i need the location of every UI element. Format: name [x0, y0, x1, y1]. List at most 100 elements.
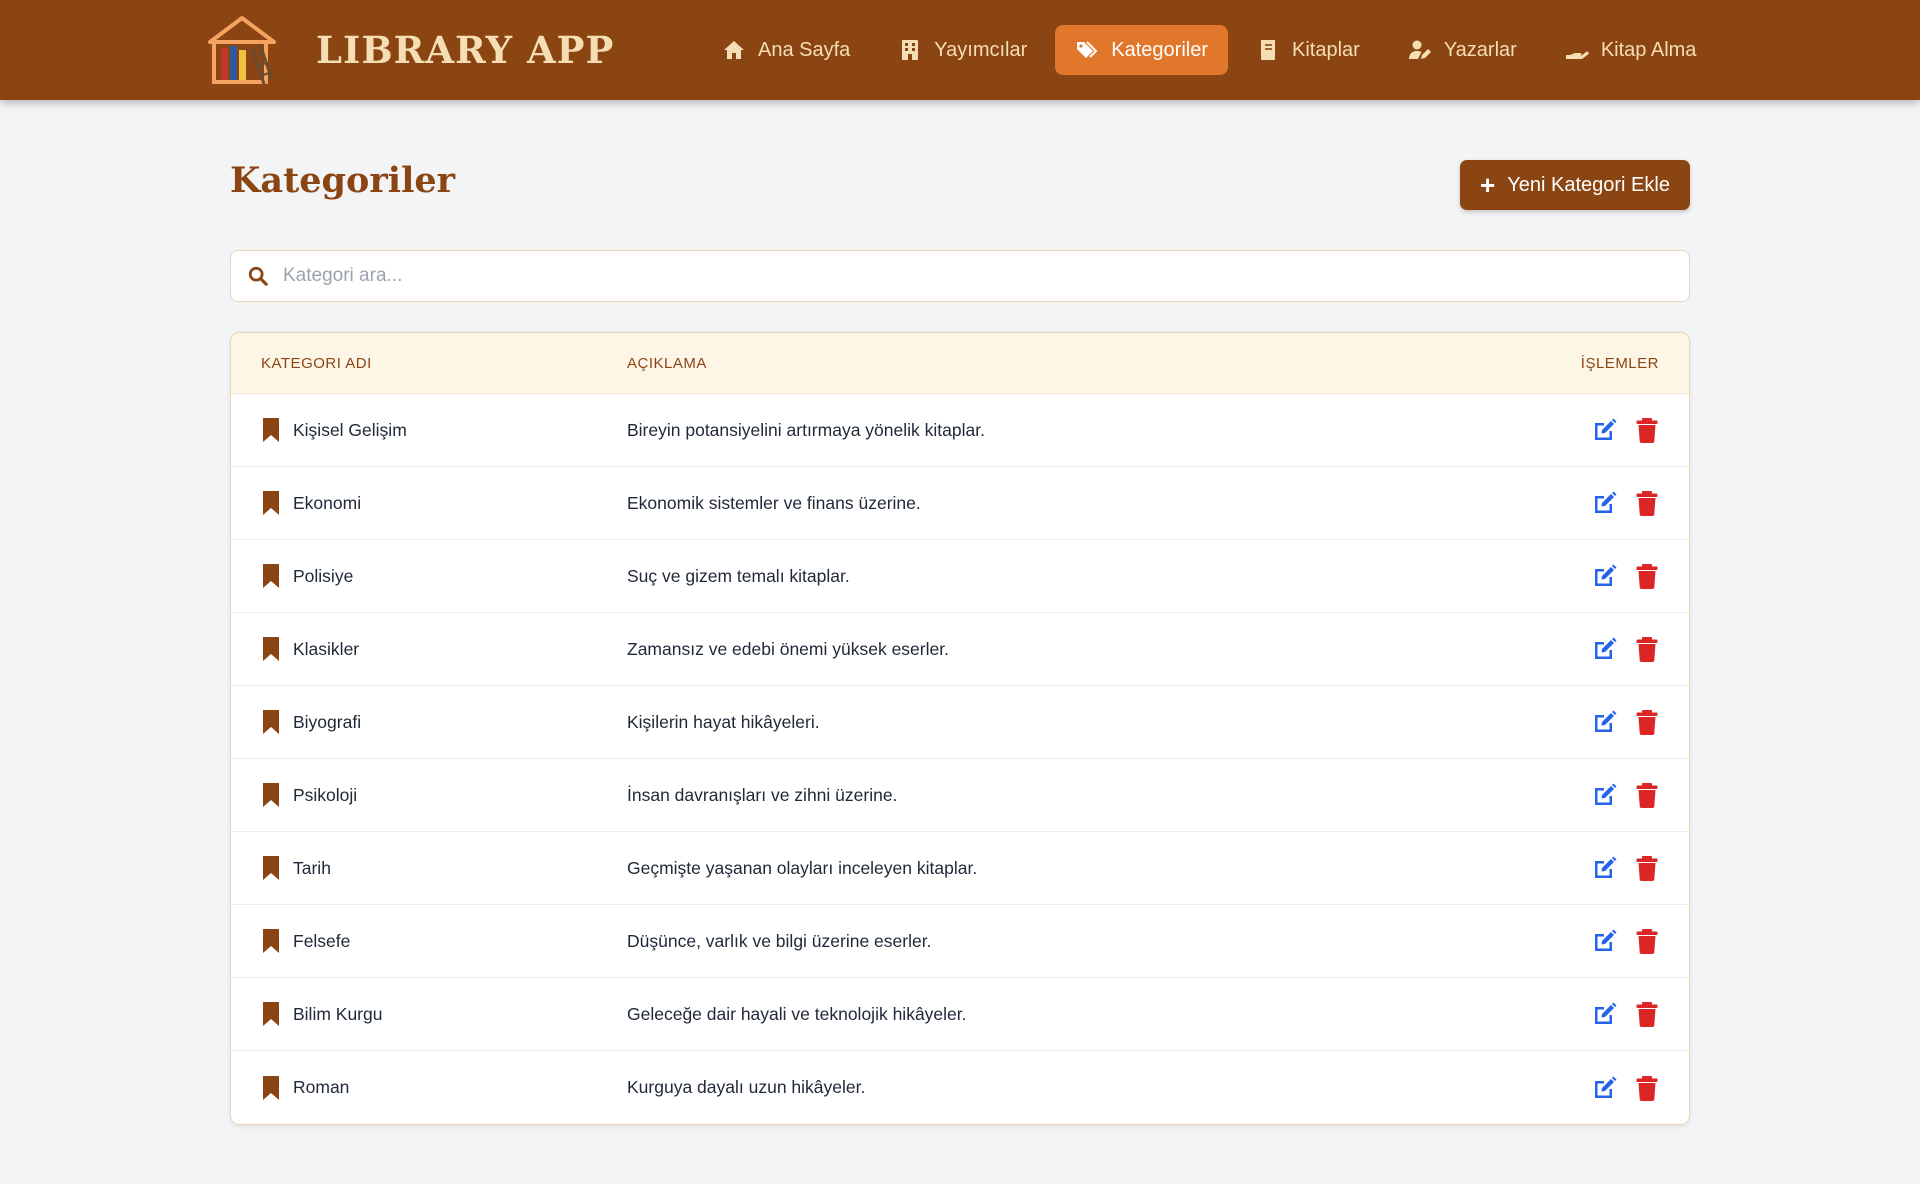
search-box[interactable]	[230, 250, 1690, 302]
brand[interactable]: LIBRARY APP	[206, 14, 614, 86]
edit-button[interactable]	[1591, 854, 1633, 882]
category-name: Biyografi	[293, 711, 362, 732]
add-category-button[interactable]: + Yeni Kategori Ekle	[1460, 160, 1690, 210]
home-icon	[724, 41, 744, 59]
edit-button[interactable]	[1591, 416, 1633, 444]
nav-item-kitap-alma[interactable]: Kitap Alma	[1545, 25, 1717, 75]
nav-label: Kitaplar	[1292, 38, 1360, 61]
category-name: Roman	[293, 1077, 350, 1097]
delete-button[interactable]	[1633, 927, 1661, 955]
nav-label: Ana Sayfa	[758, 38, 851, 61]
edit-icon[interactable]	[1591, 635, 1619, 663]
edit-button[interactable]	[1591, 1000, 1633, 1028]
category-description: Geçmişte yaşanan olayları inceleyen kita…	[627, 857, 978, 878]
category-name-cell: Tarih	[231, 855, 627, 881]
delete-button[interactable]	[1633, 781, 1661, 809]
category-name-cell: Bilim Kurgu	[231, 1001, 627, 1027]
table-row: Bilim Kurgu Geleceğe dair hayali ve tekno…	[231, 978, 1689, 1051]
table-header: KATEGORI ADI AÇIKLAMA İŞLEMLER	[231, 333, 1689, 394]
category-description: Düşünce, varlık ve bilgi üzerine eserler…	[627, 930, 932, 951]
trash-icon[interactable]	[1633, 708, 1661, 736]
categories-table: KATEGORI ADI AÇIKLAMA İŞLEMLER Kişisel G…	[230, 332, 1690, 1125]
app-title: LIBRARY APP	[316, 28, 615, 72]
bookmark-icon	[263, 418, 279, 442]
edit-icon[interactable]	[1591, 1074, 1619, 1102]
delete-button[interactable]	[1633, 1000, 1661, 1028]
trash-icon[interactable]	[1633, 489, 1661, 517]
edit-button[interactable]	[1591, 1074, 1633, 1102]
delete-button[interactable]	[1633, 1074, 1661, 1102]
page-title: Kategoriler	[230, 160, 456, 201]
trash-icon[interactable]	[1633, 416, 1661, 444]
delete-button[interactable]	[1633, 489, 1661, 517]
edit-button[interactable]	[1591, 708, 1633, 736]
nav-item-kitaplar[interactable]: Kitaplar	[1236, 25, 1380, 75]
edit-icon[interactable]	[1591, 854, 1619, 882]
nav-label: Yazarlar	[1443, 38, 1517, 61]
nav-label: Yayımcılar	[934, 38, 1028, 61]
trash-icon[interactable]	[1633, 1074, 1661, 1102]
edit-button[interactable]	[1591, 562, 1633, 590]
category-name-cell: Kişisel Gelişim	[231, 417, 627, 443]
nav-item-kategoriler[interactable]: Kategoriler	[1055, 25, 1228, 75]
bookmark-icon	[263, 1002, 279, 1026]
table-row: Tarih Geçmişte yaşanan olayları inceleyen…	[231, 832, 1689, 905]
bookmark-icon	[263, 637, 279, 661]
category-description: İnsan davranışları ve zihni üzerine.	[627, 784, 898, 805]
delete-button[interactable]	[1633, 562, 1661, 590]
category-name-cell: Felsefe	[231, 928, 627, 954]
edit-icon[interactable]	[1591, 489, 1619, 517]
category-name-cell: Psikoloji	[231, 782, 627, 808]
nav-label: Kitap Alma	[1600, 38, 1697, 61]
column-header-name: KATEGORI ADI	[261, 354, 372, 372]
nav-item-yazarlar[interactable]: Yazarlar	[1388, 25, 1537, 75]
edit-button[interactable]	[1591, 927, 1633, 955]
category-name-cell: Klasikler	[231, 636, 627, 662]
trash-icon[interactable]	[1633, 562, 1661, 590]
search-input[interactable]	[283, 252, 1663, 300]
trash-icon[interactable]	[1633, 1000, 1661, 1028]
row-actions	[1489, 781, 1689, 809]
trash-icon[interactable]	[1633, 854, 1661, 882]
category-name: Felsefe	[293, 930, 351, 951]
category-name: Ekonomi	[293, 492, 362, 513]
category-name: Psikoloji	[293, 784, 358, 805]
row-actions	[1489, 708, 1689, 736]
edit-button[interactable]	[1591, 489, 1633, 517]
edit-icon[interactable]	[1591, 562, 1619, 590]
category-name-cell: Biyografi	[231, 709, 627, 735]
trash-icon[interactable]	[1633, 635, 1661, 663]
delete-button[interactable]	[1633, 708, 1661, 736]
edit-icon[interactable]	[1591, 1000, 1619, 1028]
delete-button[interactable]	[1633, 854, 1661, 882]
category-description: Kurguya dayalı uzun hikâyeler.	[627, 1077, 866, 1097]
category-name: Bilim Kurgu	[293, 1003, 383, 1024]
trash-icon[interactable]	[1633, 927, 1661, 955]
bookmark-icon	[263, 564, 279, 588]
edit-button[interactable]	[1591, 635, 1633, 663]
edit-icon[interactable]	[1591, 416, 1619, 444]
category-description: Suç ve gizem temalı kitaplar.	[627, 565, 850, 586]
edit-icon[interactable]	[1591, 781, 1619, 809]
delete-button[interactable]	[1633, 416, 1661, 444]
nav-item-ana-sayfa[interactable]: Ana Sayfa	[702, 25, 870, 75]
row-actions	[1489, 489, 1689, 517]
table-row: Psikoloji İnsan davranışları ve zihni üze…	[231, 759, 1689, 832]
trash-icon[interactable]	[1633, 781, 1661, 809]
column-header-actions: İŞLEMLER	[1580, 354, 1659, 372]
row-actions	[1489, 1000, 1689, 1028]
edit-icon[interactable]	[1591, 708, 1619, 736]
edit-icon[interactable]	[1591, 927, 1619, 955]
category-description: Kişilerin hayat hikâyeleri.	[627, 711, 820, 732]
tags-icon	[1077, 41, 1098, 58]
row-actions	[1489, 416, 1689, 444]
delete-button[interactable]	[1633, 635, 1661, 663]
bookmark-icon	[263, 929, 279, 953]
table-row: Felsefe Düşünce, varlık ve bilgi üzerine …	[231, 905, 1689, 978]
book-icon	[1261, 40, 1275, 60]
nav-item-yayimcilar[interactable]: Yayımcılar	[878, 25, 1047, 75]
edit-button[interactable]	[1591, 781, 1633, 809]
category-name: Kişisel Gelişim	[293, 419, 407, 440]
row-actions	[1489, 927, 1689, 955]
nav-label: Kategoriler	[1111, 38, 1208, 61]
